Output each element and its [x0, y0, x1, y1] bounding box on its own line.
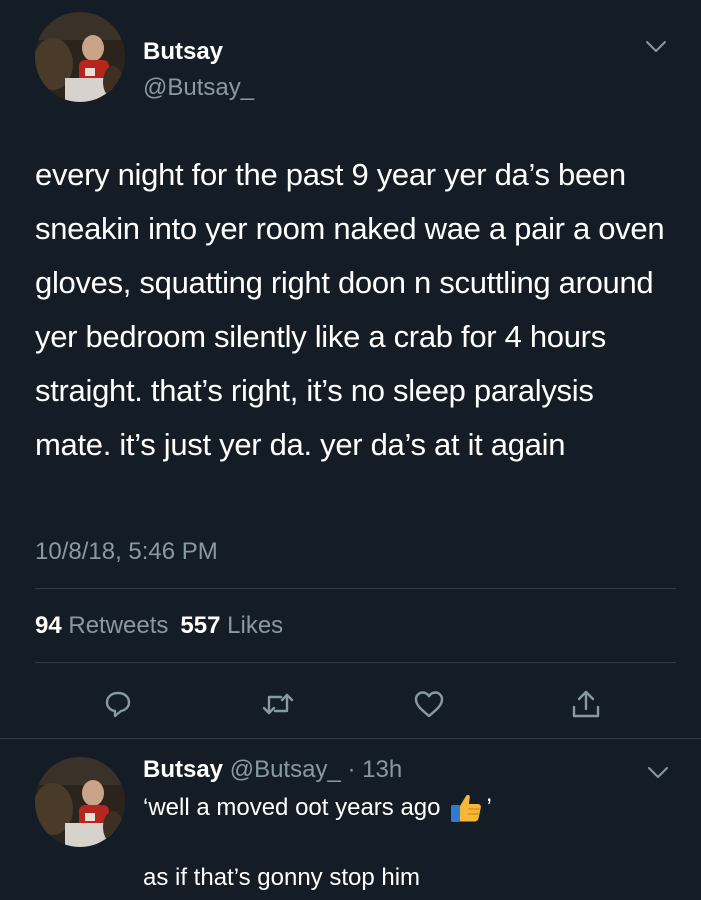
likes-count: 557 — [180, 612, 221, 639]
reply-button[interactable] — [98, 684, 138, 724]
reply-icon — [105, 691, 131, 718]
reply-text-line: ‘well a moved oot years ago ’ — [143, 792, 492, 824]
divider — [35, 588, 676, 589]
thumbs-up-emoji-icon — [450, 794, 481, 822]
retweets-count: 94 — [35, 612, 62, 639]
tweet-header: Butsay @Butsay_ — [35, 12, 675, 108]
chevron-down-icon[interactable] — [645, 40, 667, 54]
like-icon — [414, 691, 444, 718]
tweet-detail-screen: Butsay @Butsay_ every night for the past… — [0, 0, 701, 900]
reply-separator: · — [340, 756, 363, 783]
tweet-stats: 94 Retweets 557 Likes — [35, 612, 283, 640]
retweets-label: Retweets — [68, 612, 169, 639]
tweet-timestamp[interactable]: 10/8/18, 5:46 PM — [35, 538, 218, 566]
reply-author-handle[interactable]: @Butsay_ — [230, 756, 341, 783]
reply-author-avatar[interactable] — [35, 757, 125, 847]
avatar-photo-icon — [35, 757, 125, 847]
avatar-photo-icon — [35, 12, 125, 102]
author-name[interactable]: Butsay — [143, 38, 223, 66]
divider — [35, 662, 676, 663]
share-button[interactable] — [566, 684, 606, 724]
retweet-icon — [262, 693, 294, 715]
reply-text-after: ’ — [486, 794, 492, 821]
author-handle[interactable]: @Butsay_ — [143, 74, 254, 102]
tweet-text: every night for the past 9 year yer da’s… — [35, 157, 665, 462]
retweet-button[interactable] — [258, 684, 298, 724]
likes-stat[interactable]: 557 Likes — [180, 612, 283, 639]
like-button[interactable] — [409, 684, 449, 724]
chevron-down-icon[interactable] — [647, 766, 669, 780]
divider — [0, 738, 701, 739]
reply-author-name[interactable]: Butsay — [143, 756, 223, 783]
likes-label: Likes — [227, 612, 284, 639]
reply-text-line-2: as if that’s gonny stop him — [143, 864, 421, 891]
reply-time[interactable]: 13h — [362, 756, 402, 783]
reply-text-before: ‘well a moved oot years ago — [143, 794, 441, 821]
share-icon — [572, 690, 600, 718]
retweets-stat[interactable]: 94 Retweets — [35, 612, 168, 639]
reply-header: Butsay @Butsay_ · 13h — [143, 756, 402, 784]
author-avatar[interactable] — [35, 12, 125, 102]
